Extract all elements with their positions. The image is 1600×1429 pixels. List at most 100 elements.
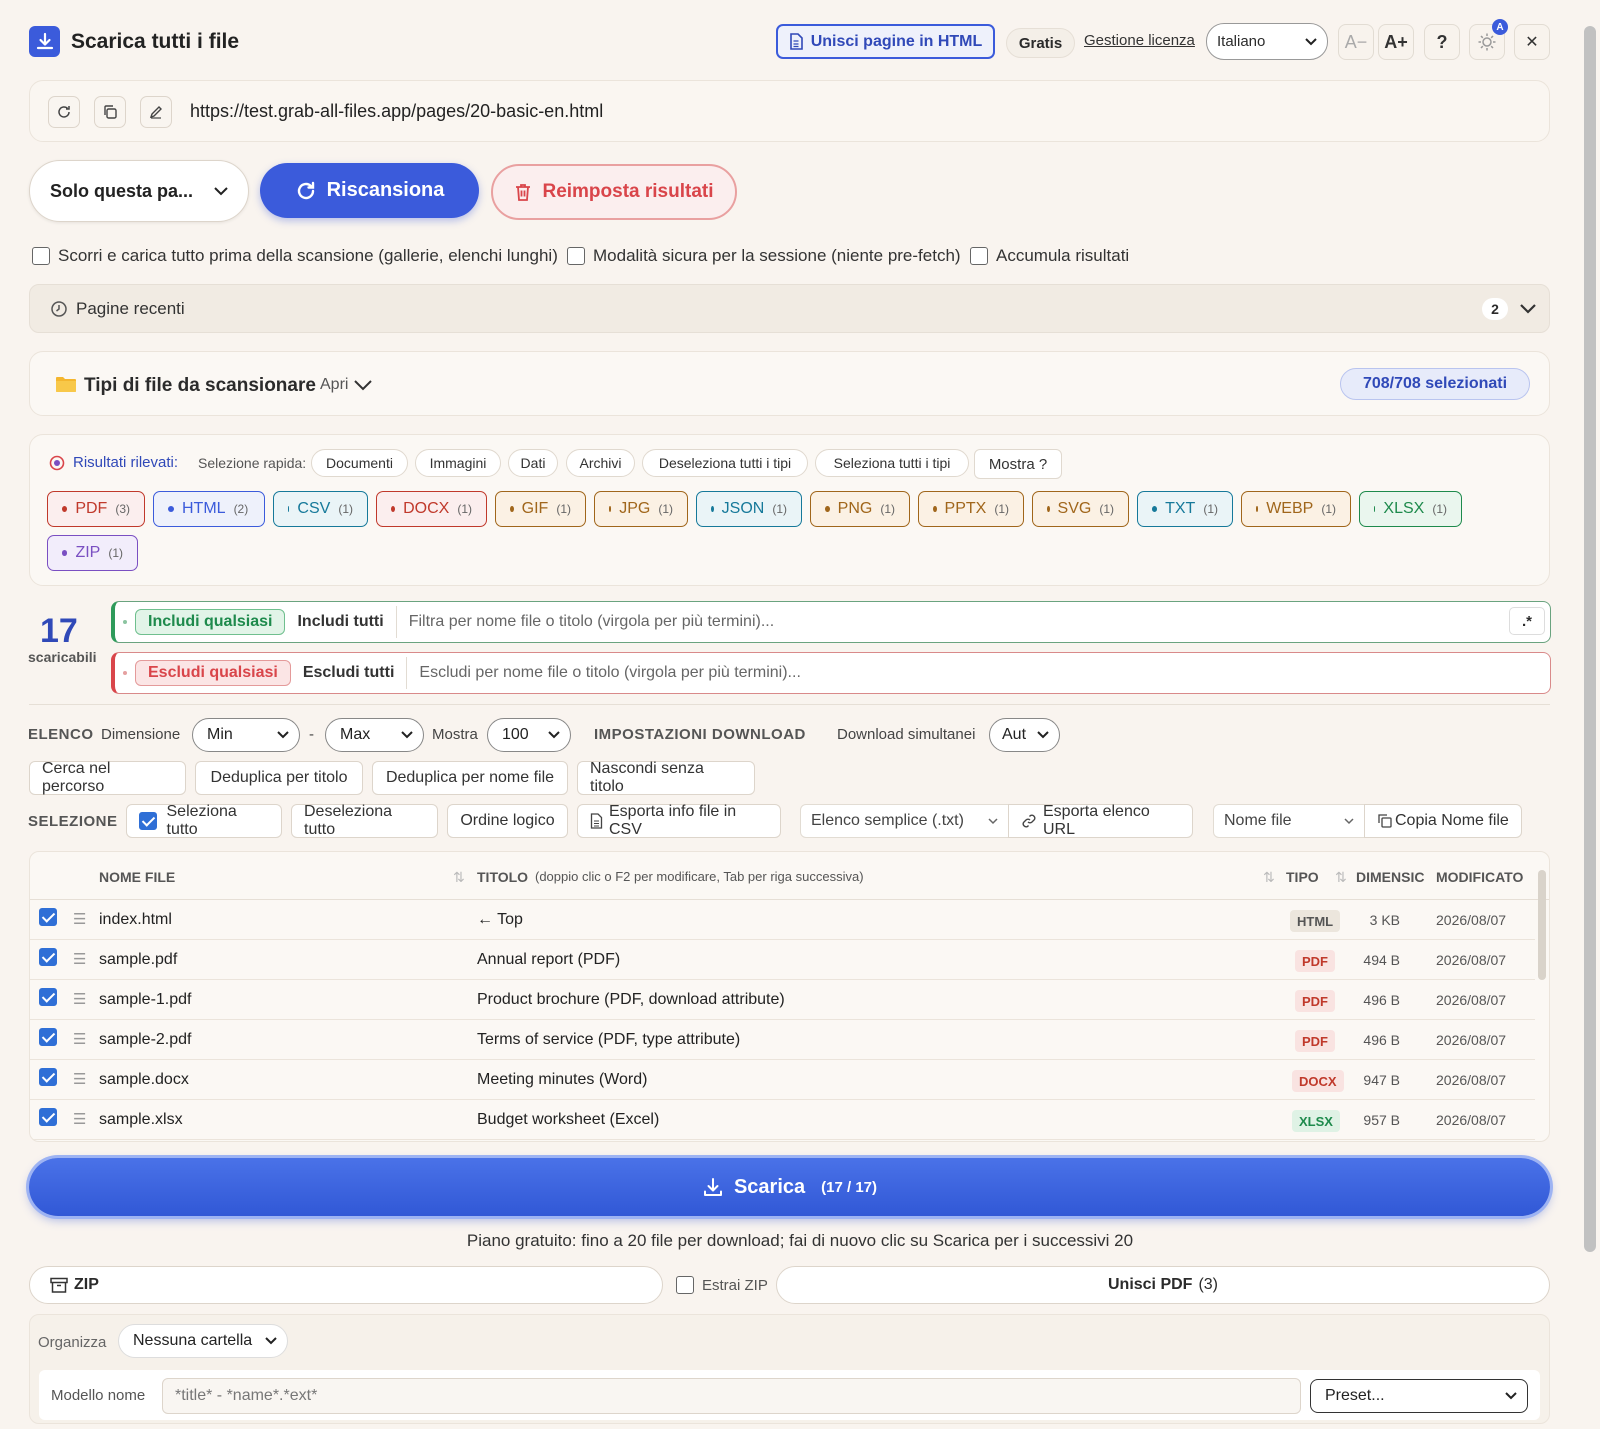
name-template-input[interactable]: *title* - *name*.*ext* bbox=[162, 1378, 1301, 1414]
row-title[interactable]: Annual report (PDF) bbox=[477, 951, 620, 969]
font-decrease-button[interactable]: A− bbox=[1338, 24, 1374, 60]
copy-filename-button[interactable]: Copia Nome file bbox=[1364, 804, 1522, 838]
dedupe-title-button[interactable]: Deduplica per titolo bbox=[195, 761, 363, 795]
max-size-select[interactable]: Max bbox=[325, 718, 424, 752]
min-size-select[interactable]: Min bbox=[192, 718, 300, 752]
table-row[interactable]: ☰ sample.docx Meeting minutes (Word) DOCX 94… bbox=[30, 1060, 1535, 1100]
rescan-button[interactable]: Riscansiona bbox=[260, 163, 479, 218]
recent-pages-panel[interactable]: Pagine recenti bbox=[29, 284, 1550, 333]
row-checkbox[interactable] bbox=[39, 948, 57, 966]
include-all-toggle[interactable]: Includi tutti bbox=[285, 608, 395, 636]
drag-handle-icon[interactable]: ☰ bbox=[73, 910, 86, 928]
row-checkbox[interactable] bbox=[39, 1028, 57, 1046]
reset-results-button[interactable]: Reimposta risultati bbox=[491, 164, 737, 220]
concurrent-downloads-select[interactable]: Aut bbox=[989, 718, 1060, 752]
extract-zip-option[interactable]: Estrai ZIP bbox=[676, 1276, 768, 1294]
type-chip-json[interactable]: JSON (1) bbox=[696, 491, 802, 527]
type-chip-txt[interactable]: TXT (1) bbox=[1137, 491, 1233, 527]
merge-html-button[interactable]: Unisci pagine in HTML bbox=[776, 24, 995, 59]
select-all-button[interactable]: Seleziona tutto bbox=[126, 803, 282, 838]
search-path-button[interactable]: Cerca nel percorso bbox=[29, 760, 186, 795]
exclude-any-toggle[interactable]: Escludi qualsiasi bbox=[135, 660, 291, 686]
select-all-checkbox[interactable] bbox=[139, 812, 157, 830]
type-chip-svg[interactable]: SVG (1) bbox=[1032, 491, 1129, 527]
export-urls-button[interactable]: Esporta elenco URL bbox=[1008, 803, 1193, 838]
quick-data-button[interactable]: Dati bbox=[508, 449, 558, 477]
column-resize-handle[interactable]: ⇅ bbox=[453, 869, 465, 886]
option-scroll-load-checkbox[interactable] bbox=[32, 247, 50, 265]
table-row[interactable]: ☰ sample.pdf Annual report (PDF) PDF 494 B 20… bbox=[30, 940, 1535, 980]
row-checkbox[interactable] bbox=[39, 988, 57, 1006]
export-csv-button[interactable]: Esporta info file in CSV bbox=[577, 803, 781, 838]
type-chip-html[interactable]: HTML (2) bbox=[153, 491, 265, 527]
show-more-button[interactable]: Mostra ? bbox=[974, 449, 1062, 479]
column-resize-handle[interactable]: ⇅ bbox=[1335, 869, 1347, 886]
column-resize-handle[interactable]: ⇅ bbox=[1263, 869, 1275, 886]
option-accumulate[interactable]: Accumula risultati bbox=[970, 246, 1129, 266]
type-chip-csv[interactable]: CSV (1) bbox=[273, 491, 368, 527]
license-link[interactable]: Gestione licenza bbox=[1084, 32, 1195, 49]
merge-pdf-button[interactable]: Unisci PDF (3) bbox=[776, 1266, 1550, 1304]
show-count-select[interactable]: 100 bbox=[487, 718, 571, 752]
copy-field-select[interactable]: Nome file bbox=[1213, 804, 1365, 838]
include-filter-input[interactable]: Filtra per nome file o titolo (virgola p… bbox=[409, 613, 774, 631]
table-row[interactable]: ☰ sample.xlsx Budget worksheet (Excel) XLSX… bbox=[30, 1100, 1535, 1140]
type-chip-gif[interactable]: GIF (1) bbox=[495, 491, 586, 527]
col-modified-header[interactable]: MODIFICATO bbox=[1436, 869, 1523, 885]
col-filename-header[interactable]: NOME FILE bbox=[99, 869, 175, 885]
type-chip-pdf[interactable]: PDF (3) bbox=[47, 491, 145, 527]
quick-archives-button[interactable]: Archivi bbox=[566, 449, 635, 477]
file-types-toggle[interactable]: Apri bbox=[320, 376, 373, 394]
row-checkbox[interactable] bbox=[39, 908, 57, 926]
dedupe-filename-button[interactable]: Deduplica per nome file bbox=[372, 761, 568, 795]
regex-toggle-button[interactable]: .* bbox=[1509, 607, 1545, 635]
copy-url-button[interactable] bbox=[94, 96, 126, 128]
list-format-select[interactable]: Elenco semplice (.txt) bbox=[800, 804, 1009, 838]
page-url[interactable]: https://test.grab-all-files.app/pages/20… bbox=[190, 101, 603, 122]
chevron-down-icon[interactable] bbox=[1520, 304, 1536, 314]
language-select[interactable]: Italiano bbox=[1206, 23, 1328, 60]
name-preset-select[interactable]: Preset... bbox=[1310, 1379, 1528, 1413]
type-chip-docx[interactable]: DOCX (1) bbox=[376, 491, 487, 527]
reload-button[interactable] bbox=[48, 96, 80, 128]
row-checkbox[interactable] bbox=[39, 1108, 57, 1126]
option-accumulate-checkbox[interactable] bbox=[970, 247, 988, 265]
page-scrollbar[interactable] bbox=[1584, 26, 1596, 1252]
drag-handle-icon[interactable]: ☰ bbox=[73, 990, 86, 1008]
exclude-all-toggle[interactable]: Escludi tutti bbox=[291, 659, 407, 687]
row-title[interactable]: Terms of service (PDF, type attribute) bbox=[477, 1031, 740, 1049]
download-button[interactable]: Scarica (17 / 17) bbox=[29, 1158, 1550, 1216]
deselect-all-types-button[interactable]: Deseleziona tutti i tipi bbox=[642, 449, 808, 477]
option-safe-mode-checkbox[interactable] bbox=[567, 247, 585, 265]
table-row[interactable]: ☰ sample-1.pdf Product brochure (PDF, down… bbox=[30, 980, 1535, 1020]
organize-folder-select[interactable]: Nessuna cartella bbox=[118, 1324, 288, 1358]
quick-documents-button[interactable]: Documenti bbox=[311, 449, 408, 477]
help-button[interactable]: ? bbox=[1424, 24, 1460, 60]
scan-scope-select[interactable]: Solo questa pa... bbox=[29, 160, 249, 222]
select-all-types-button[interactable]: Seleziona tutti i tipi bbox=[815, 449, 969, 477]
quick-images-button[interactable]: Immagini bbox=[415, 449, 501, 477]
drag-handle-icon[interactable]: ☰ bbox=[73, 1110, 86, 1128]
drag-handle-icon[interactable]: ☰ bbox=[73, 950, 86, 968]
type-chip-pptx[interactable]: PPTX (1) bbox=[918, 491, 1024, 527]
table-scrollbar[interactable] bbox=[1538, 870, 1546, 980]
exclude-filter-input[interactable]: Escludi per nome file o titolo (virgola … bbox=[419, 664, 801, 682]
table-row[interactable]: ☰ sample-2.pdf Terms of service (PDF, type… bbox=[30, 1020, 1535, 1060]
include-any-toggle[interactable]: Includi qualsiasi bbox=[135, 609, 286, 635]
type-chip-xlsx[interactable]: XLSX (1) bbox=[1359, 491, 1462, 527]
logical-order-button[interactable]: Ordine logico bbox=[447, 804, 568, 838]
drag-handle-icon[interactable]: ☰ bbox=[73, 1070, 86, 1088]
extract-zip-checkbox[interactable] bbox=[676, 1276, 694, 1294]
row-title[interactable]: Budget worksheet (Excel) bbox=[477, 1111, 659, 1129]
col-title-header[interactable]: TITOLO bbox=[477, 869, 528, 885]
col-type-header[interactable]: TIPO bbox=[1286, 869, 1319, 885]
row-checkbox[interactable] bbox=[39, 1068, 57, 1086]
zip-button[interactable]: ZIP bbox=[29, 1266, 663, 1304]
option-safe-mode[interactable]: Modalità sicura per la sessione (niente … bbox=[567, 246, 961, 266]
type-chip-zip[interactable]: ZIP (1) bbox=[47, 535, 138, 571]
edit-url-button[interactable] bbox=[140, 96, 172, 128]
row-title[interactable]: Meeting minutes (Word) bbox=[477, 1071, 647, 1089]
table-row[interactable]: ☰ index.html ← Top HTML 3 KB 2026/08/07 bbox=[30, 900, 1535, 940]
drag-handle-icon[interactable]: ☰ bbox=[73, 1030, 86, 1048]
font-increase-button[interactable]: A+ bbox=[1378, 24, 1414, 60]
